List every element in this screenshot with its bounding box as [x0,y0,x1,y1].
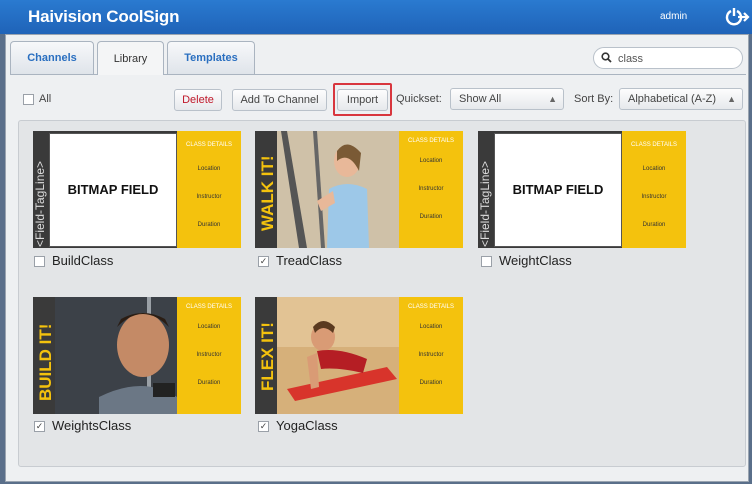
import-highlight [333,83,392,116]
class-details-panel: CLASS DETAILS Location Instructor Durati… [399,297,463,414]
tab-channels[interactable]: Channels [10,41,94,74]
class-details-panel: CLASS DETAILS Location Instructor Durati… [177,297,241,414]
bitmap-field: BITMAP FIELD [49,133,177,247]
search-input[interactable] [616,50,738,68]
library-item-thumbnail[interactable]: WALK IT! CLASS DETAILS Location Instruct… [255,131,463,248]
item-name: TreadClass [276,253,342,268]
item-name: YogaClass [276,418,338,433]
item-name: WeightsClass [52,418,132,433]
banner-text: FLEX IT! [258,322,277,391]
photo-weightlifter [55,297,177,414]
class-details-panel: CLASS DETAILS Location Instructor Durati… [177,131,241,248]
photo-runner [277,131,399,248]
tagline-field: <Field-TagLine> [478,160,492,247]
search-icon [601,52,612,66]
tab-library[interactable]: Library [97,41,164,75]
item-name: WeightClass [499,253,572,268]
chevron-updown-icon: ▲︎ [727,94,736,104]
library-item-thumbnail[interactable]: <Field-TagLine> BITMAP FIELD CLASS DETAI… [478,131,686,248]
top-bar: Haivision CoolSign admin [0,0,752,34]
quickset-label: Quickset: [396,93,442,105]
item-checkbox[interactable] [481,256,492,267]
tab-templates[interactable]: Templates [167,41,255,74]
tagline-field: <Field-TagLine> [33,160,47,247]
library-item-thumbnail[interactable]: BUILD IT! CLASS DETAILS Location Instruc… [33,297,241,414]
search-box[interactable] [593,47,743,69]
chevron-updown-icon: ▲︎ [548,94,557,104]
select-all-checkbox[interactable] [23,94,34,105]
item-checkbox[interactable] [34,256,45,267]
quickset-select[interactable]: Show All ▲︎ [450,88,564,110]
logout-icon[interactable] [718,5,752,29]
item-checkbox[interactable]: ✓ [258,256,269,267]
item-checkbox[interactable]: ✓ [34,421,45,432]
library-item-thumbnail[interactable]: <Field-TagLine> BITMAP FIELD CLASS DETAI… [33,131,241,248]
item-checkbox[interactable]: ✓ [258,421,269,432]
brand-logo: Haivision CoolSign [28,7,180,26]
banner-text: BUILD IT! [36,323,55,401]
delete-button[interactable]: Delete [174,89,222,111]
library-item-thumbnail[interactable]: FLEX IT! CLASS DETAILS Location Instruct… [255,297,463,414]
sortby-value: Alphabetical (A-Z) [628,93,717,105]
banner-text: WALK IT! [258,155,277,231]
bitmap-field: BITMAP FIELD [494,133,622,247]
item-name: BuildClass [52,253,114,268]
class-details-panel: CLASS DETAILS Location Instructor Durati… [399,131,463,248]
sortby-select[interactable]: Alphabetical (A-Z) ▲︎ [619,88,743,110]
select-all-label: All [39,93,52,105]
sortby-label: Sort By: [574,93,614,105]
add-to-channel-button[interactable]: Add To Channel [232,89,327,111]
photo-yoga [277,297,399,414]
quickset-value: Show All [459,93,502,105]
class-details-panel: CLASS DETAILS Location Instructor Durati… [622,131,686,248]
user-name[interactable]: admin [660,11,687,22]
